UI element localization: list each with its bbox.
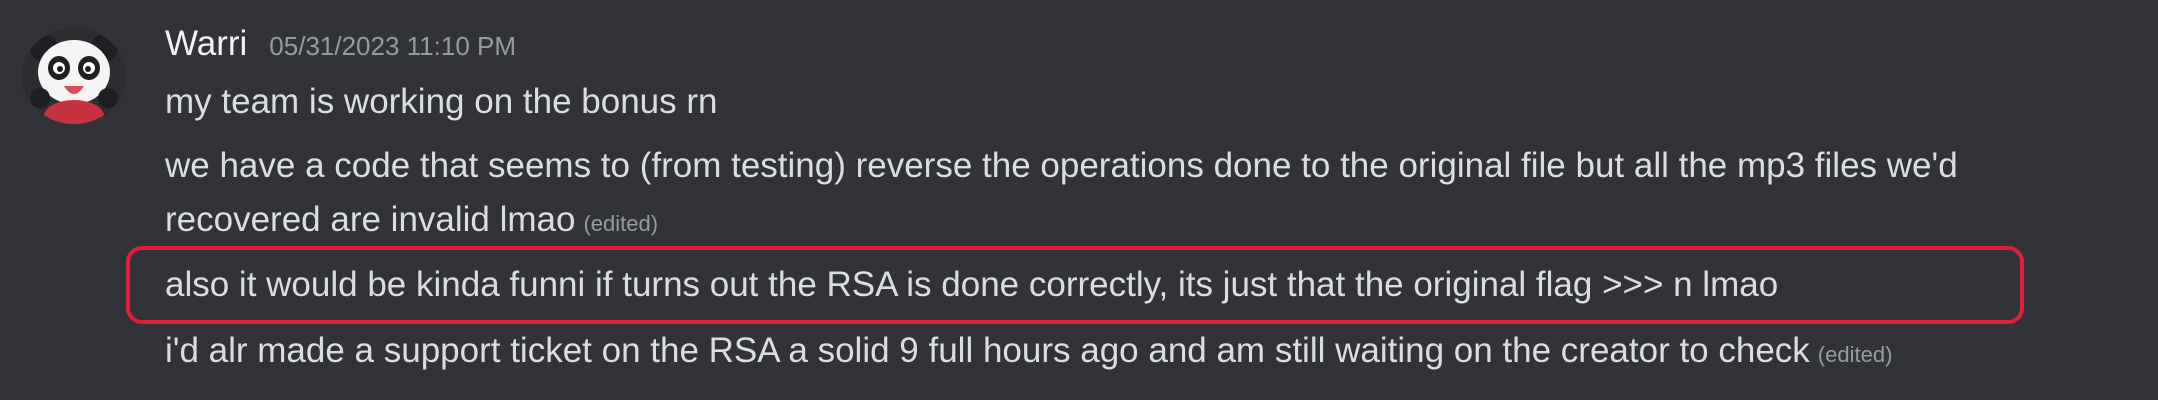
highlight-box bbox=[126, 246, 2024, 324]
message-line: i'd alr made a support ticket on the RSA… bbox=[165, 325, 1892, 381]
edited-label: (edited) bbox=[583, 211, 659, 236]
timestamp[interactable]: 05/31/2023 11:10 PM bbox=[269, 31, 516, 62]
message-line: we have a code that seems to (from testi… bbox=[165, 140, 1958, 192]
message-text: we have a code that seems to (from testi… bbox=[165, 146, 1958, 185]
message-header: Warri 05/31/2023 11:10 PM bbox=[165, 24, 516, 70]
message-text: i'd alr made a support ticket on the RSA… bbox=[165, 331, 1810, 370]
edited-label: (edited) bbox=[1817, 342, 1893, 367]
username[interactable]: Warri bbox=[165, 24, 247, 64]
message-line: recovered are invalid lmao (edited) bbox=[165, 194, 658, 250]
message-group: Warri 05/31/2023 11:10 PM my team is wor… bbox=[0, 0, 2158, 400]
panda-avatar-icon[interactable] bbox=[22, 28, 126, 124]
message-line: my team is working on the bonus rn bbox=[165, 76, 717, 128]
message-text: my team is working on the bonus rn bbox=[165, 82, 718, 121]
message-text: recovered are invalid lmao bbox=[165, 200, 576, 239]
